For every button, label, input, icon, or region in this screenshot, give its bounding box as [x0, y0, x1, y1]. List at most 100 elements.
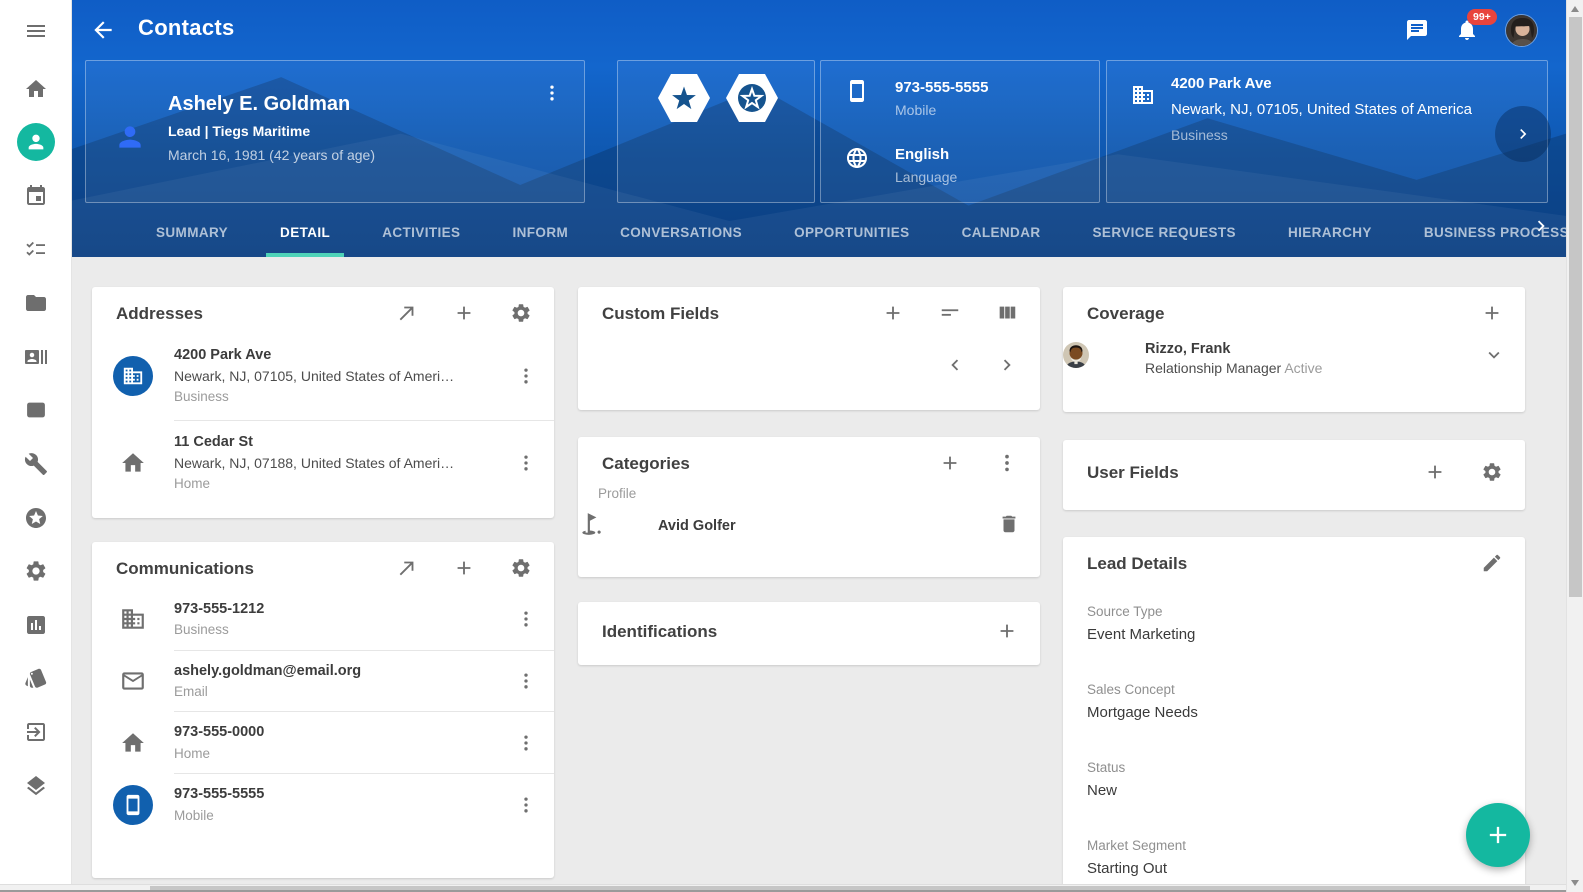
add-communication-icon[interactable]	[453, 557, 477, 581]
nav-layers-icon[interactable]	[0, 759, 71, 813]
tab-inform[interactable]: INFORM	[486, 207, 594, 257]
communication-type: Home	[174, 744, 508, 764]
communications-settings-icon[interactable]	[510, 557, 534, 581]
next-card-chevron[interactable]	[1495, 106, 1551, 162]
scroll-up-arrow[interactable]	[1571, 6, 1579, 12]
addresses-title: Addresses	[116, 304, 363, 324]
communication-row-email[interactable]: ashely.goldman@email.org Email	[92, 651, 554, 712]
tab-activities[interactable]: ACTIVITIES	[356, 207, 486, 257]
custom-fields-card: Custom Fields	[578, 287, 1040, 410]
nav-calendar-icon[interactable]	[0, 169, 71, 223]
categories-more-menu-icon[interactable]	[996, 452, 1020, 476]
categories-card: Categories Profile Avid Golfer	[578, 437, 1040, 577]
nav-exit-icon[interactable]	[0, 705, 71, 759]
open-in-new-icon[interactable]	[396, 302, 420, 326]
header-address-line2: Newark, NJ, 07105, United States of Amer…	[1171, 101, 1472, 118]
tab-detail[interactable]: DETAIL	[254, 207, 356, 257]
communication-row-business-phone[interactable]: 973-555-1212 Business	[92, 589, 554, 650]
addresses-settings-icon[interactable]	[510, 302, 534, 326]
vertical-scrollbar-thumb[interactable]	[1569, 17, 1582, 597]
communication-value: ashely.goldman@email.org	[174, 660, 508, 682]
coverage-status: Active	[1284, 360, 1322, 376]
add-address-icon[interactable]	[453, 302, 477, 326]
contact-hero-header: Contacts 99+ Ashely E. Goldman Lead | Ti…	[72, 0, 1566, 257]
scroll-down-arrow[interactable]	[1571, 880, 1579, 886]
add-identification-icon[interactable]	[996, 620, 1020, 644]
horizontal-scrollbar[interactable]	[0, 884, 1566, 892]
hamburger-menu-icon[interactable]	[0, 0, 71, 62]
address-row-menu-icon[interactable]	[516, 364, 536, 388]
coverage-row[interactable]: Rizzo, Frank Relationship Manager Active	[1063, 334, 1525, 390]
person-icon	[114, 121, 146, 153]
svg-text:$: $	[32, 405, 39, 417]
coverage-expand-chevron-icon[interactable]	[1483, 344, 1505, 371]
identity-more-menu-icon[interactable]	[542, 81, 562, 105]
nav-contacts-icon[interactable]	[0, 116, 71, 170]
address-row-business[interactable]: 4200 Park Ave Newark, NJ, 07105, United …	[92, 334, 554, 420]
nav-loyalty-icon[interactable]	[0, 491, 71, 545]
add-user-field-icon[interactable]	[1424, 461, 1448, 485]
hexagon-star-badge[interactable]	[656, 73, 712, 123]
sort-icon[interactable]	[939, 302, 963, 326]
lead-field-source-type: Source Type Event Marketing	[1087, 604, 1501, 643]
coverage-avatar	[1063, 342, 1145, 373]
custom-fields-next-icon[interactable]	[996, 354, 1018, 381]
nav-folder-icon[interactable]	[0, 276, 71, 330]
communication-row-menu-icon[interactable]	[516, 669, 536, 693]
vertical-scrollbar[interactable]	[1566, 0, 1583, 892]
tab-calendar[interactable]: CALENDAR	[936, 207, 1067, 257]
communication-row-menu-icon[interactable]	[516, 607, 536, 631]
add-custom-field-icon[interactable]	[882, 302, 906, 326]
back-arrow-icon[interactable]	[90, 17, 116, 43]
address-row-menu-icon[interactable]	[516, 451, 536, 475]
add-fab-button[interactable]	[1466, 803, 1530, 867]
add-coverage-icon[interactable]	[1481, 302, 1505, 326]
address-row-home[interactable]: 11 Cedar St Newark, NJ, 07188, United St…	[92, 421, 554, 507]
communication-row-mobile-phone[interactable]: 973-555-5555 Mobile	[92, 774, 554, 835]
chat-icon[interactable]	[1405, 18, 1431, 44]
category-row[interactable]: Avid Golfer	[578, 503, 1040, 558]
notifications-bell-icon[interactable]: 99+	[1455, 18, 1481, 44]
nav-tags-icon[interactable]	[0, 652, 71, 706]
custom-fields-prev-icon[interactable]	[944, 354, 966, 381]
communication-type: Email	[174, 682, 508, 702]
tab-service-requests[interactable]: SERVICE REQUESTS	[1067, 207, 1262, 257]
add-category-icon[interactable]	[939, 452, 963, 476]
tab-summary[interactable]: SUMMARY	[130, 207, 254, 257]
tabs-overflow-chevron[interactable]	[1530, 215, 1552, 242]
page-title: Contacts	[138, 15, 235, 41]
nav-tools-icon[interactable]	[0, 437, 71, 491]
building-icon	[1131, 83, 1155, 112]
nav-contact-cards-icon[interactable]	[0, 330, 71, 384]
nav-home-icon[interactable]	[0, 62, 71, 116]
header-language-value: English	[895, 146, 957, 163]
communication-row-home-phone[interactable]: 973-555-0000 Home	[92, 712, 554, 773]
field-label: Market Segment	[1087, 838, 1501, 853]
horizontal-scrollbar-thumb[interactable]	[150, 886, 1530, 890]
address-type: Home	[174, 474, 508, 494]
address-line2: Newark, NJ, 07188, United States of Amer…	[174, 453, 508, 474]
addresses-card: Addresses 4200 Park Ave Newark, NJ, 0710…	[92, 287, 554, 518]
hexagon-star-circle-badge[interactable]	[724, 73, 780, 123]
edit-lead-details-icon[interactable]	[1481, 552, 1505, 576]
tab-hierarchy[interactable]: HIERARCHY	[1262, 207, 1398, 257]
nav-tasks-icon[interactable]	[0, 223, 71, 277]
active-nav-disc	[17, 123, 55, 161]
open-in-new-icon[interactable]	[396, 557, 420, 581]
tab-bar: SUMMARY DETAIL ACTIVITIES INFORM CONVERS…	[72, 207, 1566, 257]
communication-row-menu-icon[interactable]	[516, 731, 536, 755]
building-icon	[113, 356, 153, 396]
nav-billing-icon[interactable]: $	[0, 384, 71, 438]
columns-icon[interactable]	[996, 302, 1020, 326]
user-fields-settings-icon[interactable]	[1481, 461, 1505, 485]
field-label: Source Type	[1087, 604, 1501, 619]
tab-conversations[interactable]: CONVERSATIONS	[594, 207, 768, 257]
tab-opportunities[interactable]: OPPORTUNITIES	[768, 207, 935, 257]
nav-reports-icon[interactable]	[0, 598, 71, 652]
communication-row-menu-icon[interactable]	[516, 793, 536, 817]
nav-settings-icon[interactable]	[0, 544, 71, 598]
delete-category-icon[interactable]	[998, 513, 1020, 540]
user-avatar[interactable]	[1505, 14, 1538, 47]
coverage-card: Coverage Rizzo, Frank Relationship Manag…	[1063, 287, 1525, 412]
contacts-page: $ Contacts 99+	[0, 0, 1583, 892]
